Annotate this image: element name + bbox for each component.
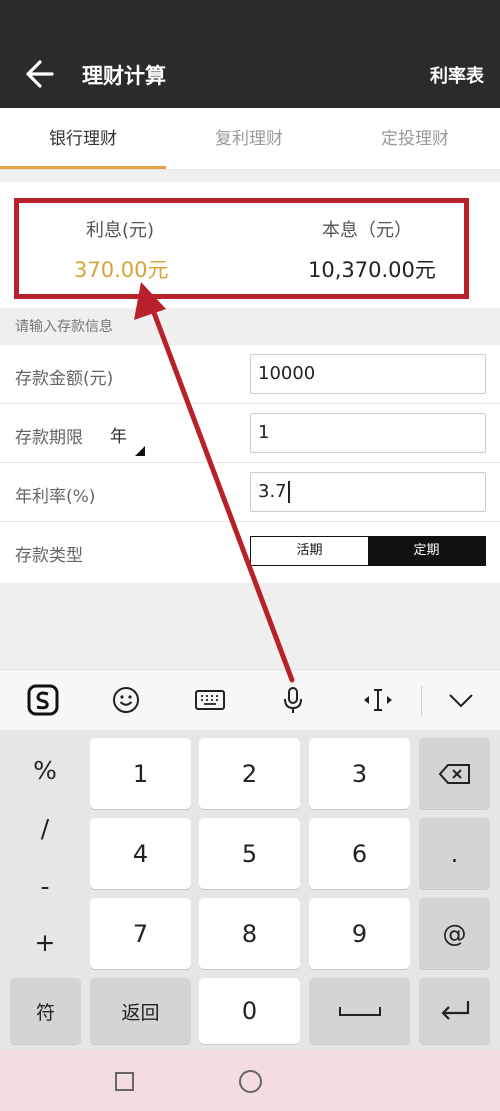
system-nav-bar <box>0 1050 500 1111</box>
dropdown-triangle-icon[interactable] <box>135 446 145 456</box>
tab-bank-finance[interactable]: 银行理财 <box>0 108 166 170</box>
key-6[interactable]: 6 <box>309 818 410 889</box>
type-option-fixed[interactable]: 定期 <box>368 537 485 565</box>
tab-bar: 银行理财 复利理财 定投理财 <box>0 108 500 170</box>
key-8[interactable]: 8 <box>199 898 300 969</box>
key-7[interactable]: 7 <box>90 898 191 969</box>
type-option-demand[interactable]: 活期 <box>251 537 368 565</box>
app-screen: 理财计算 利率表 银行理财 复利理财 定投理财 利息(元) 370.00元 本息… <box>0 0 500 1111</box>
rate-label: 年利率(%) <box>15 487 96 507</box>
back-arrow-icon <box>26 60 54 88</box>
back-button[interactable] <box>18 56 58 92</box>
key-1[interactable]: 1 <box>90 738 191 809</box>
sogou-logo-icon[interactable] <box>26 683 60 717</box>
toolbar-divider <box>421 686 422 716</box>
active-tab-indicator <box>0 166 166 169</box>
deposit-type-toggle: 活期 定期 <box>250 536 486 566</box>
term-unit-select[interactable]: 年 <box>110 422 127 447</box>
page-title: 理财计算 <box>82 64 166 88</box>
backspace-icon <box>438 763 470 784</box>
term-row: 存款期限 年 1 <box>0 404 500 463</box>
key-0[interactable]: 0 <box>199 978 300 1044</box>
return-key[interactable]: 返回 <box>90 978 191 1044</box>
rate-table-link[interactable]: 利率表 <box>430 62 484 88</box>
type-row: 存款类型 活期 定期 <box>0 522 500 581</box>
home-icon[interactable] <box>239 1070 262 1093</box>
emoji-icon[interactable] <box>109 683 143 717</box>
tab-compound-finance[interactable]: 复利理财 <box>166 108 332 170</box>
result-panel: 利息(元) 370.00元 本息（元） 10,370.00元 <box>0 182 500 308</box>
microphone-icon[interactable] <box>276 683 310 717</box>
symbol-percent[interactable]: % <box>10 756 80 785</box>
numeric-keyboard: % / - + 1 2 3 4 5 6 . 7 8 9 @ 符 返回 0 <box>0 730 500 1050</box>
enter-icon <box>440 1001 469 1020</box>
rate-input-value: 3.7 <box>258 481 287 502</box>
symbol-minus[interactable]: - <box>10 872 80 901</box>
amount-input[interactable]: 10000 <box>250 354 486 394</box>
tab-fixed-investment[interactable]: 定投理财 <box>332 108 498 170</box>
interest-label: 利息(元) <box>86 220 155 241</box>
amount-label: 存款金额(元) <box>15 369 114 389</box>
key-at[interactable]: @ <box>419 898 490 969</box>
rate-row: 年利率(%) 3.7 <box>0 463 500 522</box>
interest-value: 370.00元 <box>74 258 169 282</box>
recent-apps-icon[interactable] <box>115 1072 134 1091</box>
term-input[interactable]: 1 <box>250 413 486 453</box>
section-hint: 请输入存款信息 <box>15 319 113 335</box>
space-icon <box>338 1007 381 1016</box>
symbol-slash[interactable]: / <box>10 814 80 843</box>
symbol-column[interactable]: % / - + <box>10 738 80 962</box>
key-5[interactable]: 5 <box>199 818 300 889</box>
enter-key[interactable] <box>419 978 490 1044</box>
empty-area <box>0 583 500 669</box>
text-caret <box>287 481 290 503</box>
key-dot[interactable]: . <box>419 818 490 889</box>
status-bar <box>0 0 500 40</box>
type-label: 存款类型 <box>15 546 83 566</box>
backspace-key[interactable] <box>419 738 490 809</box>
chevron-down-icon[interactable] <box>444 683 478 717</box>
keyboard-icon[interactable] <box>193 683 227 717</box>
rate-input[interactable]: 3.7 <box>250 472 486 512</box>
key-2[interactable]: 2 <box>199 738 300 809</box>
cursor-move-icon[interactable] <box>361 683 395 717</box>
space-key[interactable] <box>309 978 410 1044</box>
deposit-form: 存款金额(元) 10000 存款期限 年 1 年利率(%) 3.7 存款类型 活… <box>0 345 500 583</box>
term-label: 存款期限 <box>15 428 83 448</box>
key-4[interactable]: 4 <box>90 818 191 889</box>
symbol-plus[interactable]: + <box>10 928 80 957</box>
total-label: 本息（元） <box>322 220 412 241</box>
key-9[interactable]: 9 <box>309 898 410 969</box>
amount-row: 存款金额(元) 10000 <box>0 345 500 404</box>
title-bar: 理财计算 利率表 <box>0 40 500 108</box>
symbol-mode-key[interactable]: 符 <box>10 978 81 1044</box>
total-value: 10,370.00元 <box>308 258 436 282</box>
keyboard-toolbar <box>0 669 500 730</box>
key-3[interactable]: 3 <box>309 738 410 809</box>
